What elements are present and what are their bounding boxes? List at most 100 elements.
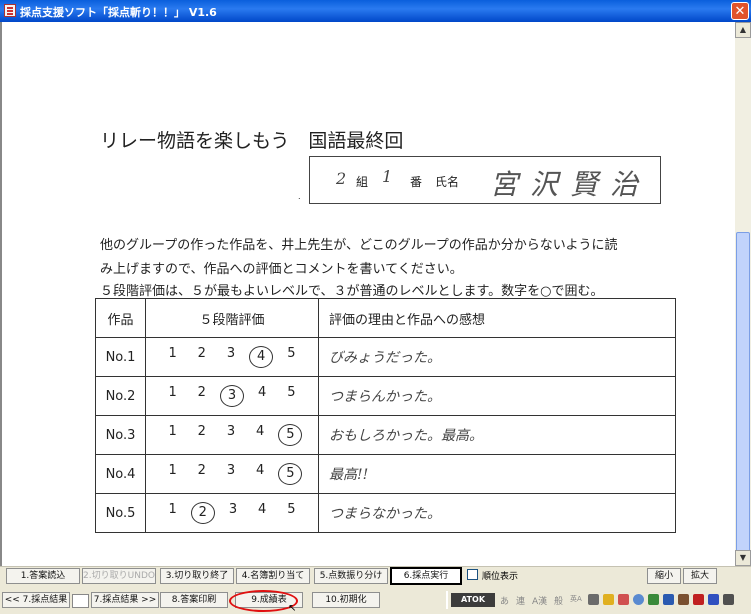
rating-option: 1 [168,463,177,478]
ime-mode-alpha[interactable]: 英A [570,594,582,604]
ime-mode-ren[interactable]: 連 [516,594,525,607]
instruction-line-3: ５段階評価は、５が最もよいレベルで、３が普通のレベルとします。数字を○で囲む。 [100,284,604,299]
name-box: . 2 組 1 番 氏名 宮沢賢治 [298,156,661,204]
ime-mode-hiragana[interactable]: あ [500,594,509,607]
ime-settings-icon[interactable] [633,594,644,605]
work-number: No.1 [95,337,146,377]
ime-tool-icon[interactable] [663,594,674,605]
rating-scale: 1 234 5 [145,376,319,416]
comment-cell: びみょうだった。 [318,337,676,377]
ime-help-icon[interactable] [708,594,719,605]
table-row: No.3 1 2 3 4 5 おもしろかった。最高。 [95,415,676,455]
rating-option: 3 [226,346,236,361]
cut-undo-button[interactable]: 2.切り取りUNDO [82,568,156,584]
rating-option: 2 [197,385,206,400]
evaluation-table: 作品 ５段階評価 評価の理由と作品への感想 No.1 1 2 3 4 5 びみょうだった。 N… [95,298,676,533]
execute-grading-button[interactable]: 6.採点実行 [390,567,462,585]
rating-option: 4 [256,463,265,478]
work-number: No.5 [95,493,146,533]
work-number: No.4 [95,454,146,494]
rating-option: 2 [197,463,206,478]
mouse-cursor-icon: ↖ [288,603,297,614]
rating-option: 1 [168,385,177,400]
ime-mail-icon[interactable] [678,594,689,605]
ime-menu-icon[interactable] [588,594,599,605]
prev-result-button[interactable]: << 7.採点結果 [2,592,70,608]
ime-check-icon[interactable] [693,594,704,605]
ime-extra-icon[interactable] [723,594,734,605]
rating-scale: 123 4 5 [145,493,319,533]
document-viewport: リレー物語を楽しもう 国語最終回 . 2 組 1 番 氏名 宮沢賢治 他のグルー… [0,22,735,566]
comment-cell: つまらんかった。 [318,376,676,416]
rating-option: 4 [258,385,267,400]
rating-option: 5 [287,385,296,400]
class-label: 組 [356,175,369,189]
rating-circled: 4 [249,346,274,368]
assign-roster-button[interactable]: 4.名簿割り当て [236,568,310,584]
rating-option: 5 [287,502,296,517]
zoom-in-button[interactable]: 拡大 [683,568,717,584]
instruction-line-2: み上げますので、作品への評価とコメントを書いてください。 [100,262,463,277]
scroll-down-arrow-icon[interactable]: ▼ [735,550,751,566]
seat-label: 番 [410,175,423,189]
load-answers-button[interactable]: 1.答案読込 [6,568,80,584]
assign-points-button[interactable]: 5.点数振り分け [314,568,388,584]
ime-pen-icon[interactable] [618,594,629,605]
close-button[interactable]: ✕ [731,2,749,20]
seat-number: 1 [382,167,393,186]
rating-option: 2 [197,346,206,361]
atok-logo[interactable]: ATOK [451,593,495,607]
rating-scale: 1 2 345 [145,337,319,377]
rating-option: 3 [228,502,238,517]
ime-mode-kanji[interactable]: A漢 [532,594,547,607]
rating-circled: 5 [278,424,303,446]
comment-cell: 最高!! [318,454,676,494]
rating-option: 3 [226,424,236,439]
rating-circled: 3 [219,385,244,407]
comment-cell: おもしろかった。最高。 [318,415,676,455]
rating-option: 1 [168,346,177,361]
ime-toolbar: ATOK あ 連 A漢 般 英A [446,591,751,609]
table-row: No.2 1 2 3 4 5 つまらんかった。 [95,376,676,416]
rating-option: 4 [256,424,265,439]
rating-scale: 12345 [145,454,319,494]
cut-finish-button[interactable]: 3.切り取り終了 [160,568,234,584]
ime-dictionary-icon[interactable] [603,594,614,605]
table-row: No.4 1 2 3 4 5 最高!! [95,454,676,494]
name-box-dot: . [298,192,301,201]
rank-display-checkbox[interactable] [467,569,478,580]
rating-option: 4 [258,502,267,517]
ime-keyboard-icon[interactable] [648,594,659,605]
rating-option: 2 [197,424,206,439]
table-header-row: 作品 ５段階評価 評価の理由と作品への感想 [95,298,676,338]
rating-option: 1 [168,424,177,439]
rating-circled: 2 [190,502,215,524]
title-bar: 採点支援ソフト「採点斬り！！」 V1.6 ✕ [0,0,751,22]
next-result-button[interactable]: 7.採点結果 >> [91,592,159,608]
work-number: No.2 [95,376,146,416]
student-name: 宮沢賢治 [490,168,651,201]
sheet-title: リレー物語を楽しもう 国語最終回 [100,130,404,152]
rating-option: 1 [168,502,177,517]
name-label: 氏名 [435,175,460,189]
header-comment: 評価の理由と作品への感想 [318,298,676,338]
rating-option: 3 [226,463,236,478]
vertical-scrollbar[interactable]: ▲ ▼ [735,22,751,566]
zoom-out-button[interactable]: 縮小 [647,568,681,584]
ime-mode-general[interactable]: 般 [554,594,563,607]
table-row: No.5 1 2 3 4 5 つまらなかった。 [95,493,676,533]
header-rating: ５段階評価 [145,298,319,338]
print-answers-button[interactable]: 8.答案印刷 [160,592,228,608]
rank-display-label: 順位表示 [482,572,519,582]
rating-scale: 1 2 3 45 [145,415,319,455]
rating-option: 5 [287,346,296,361]
reset-button[interactable]: 10.初期化 [312,592,380,608]
work-number: No.3 [95,415,146,455]
scroll-up-arrow-icon[interactable]: ▲ [735,22,751,38]
scrollbar-thumb[interactable] [736,232,750,562]
header-work: 作品 [95,298,146,338]
comment-cell: つまらなかった。 [318,493,676,533]
color-swatch [72,594,89,608]
answer-sheet: リレー物語を楽しもう 国語最終回 . 2 組 1 番 氏名 宮沢賢治 他のグルー… [2,22,735,566]
class-number: 2 [336,169,347,188]
